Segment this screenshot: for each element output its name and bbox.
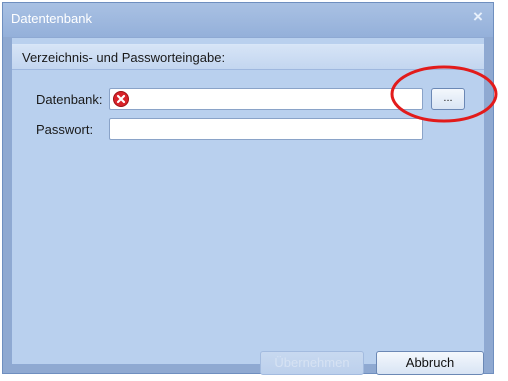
annotation-circle xyxy=(390,65,498,123)
cancel-button[interactable]: Abbruch xyxy=(376,351,484,375)
password-input[interactable] xyxy=(109,118,423,140)
apply-button[interactable]: Übernehmen xyxy=(260,351,364,375)
error-icon xyxy=(113,91,129,107)
group-header-label: Verzeichnis- und Passworteingabe: xyxy=(22,50,226,65)
window-title: Datentenbank xyxy=(11,11,92,26)
database-label: Datenbank: xyxy=(36,92,103,107)
close-icon[interactable]: × xyxy=(469,8,487,26)
title-bar[interactable]: Datentenbank × xyxy=(3,3,493,37)
dialog-window: Datentenbank × Verzeichnis- und Passwort… xyxy=(2,2,494,375)
password-label: Passwort: xyxy=(36,122,94,137)
database-input[interactable] xyxy=(109,88,423,110)
